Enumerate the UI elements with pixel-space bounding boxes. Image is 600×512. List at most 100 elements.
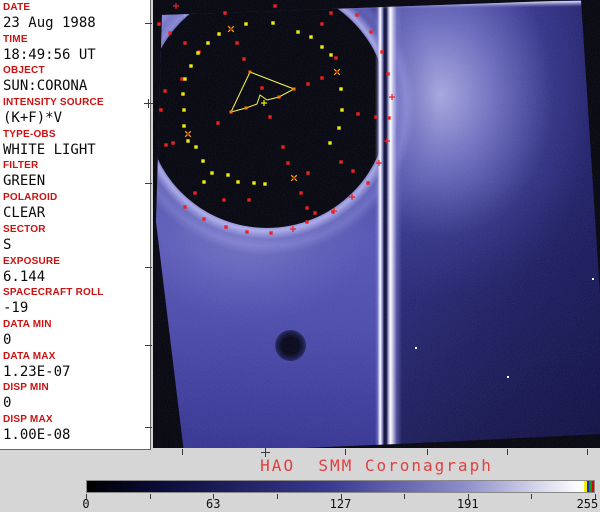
red-marker-dot — [168, 31, 171, 34]
red-marker-dot — [387, 116, 390, 119]
axis-tick — [145, 427, 152, 428]
yellow-marker-dot — [189, 64, 192, 67]
colorbar-tick-label: 127 — [330, 497, 352, 511]
red-marker-dot — [369, 30, 372, 33]
red-marker-dot — [374, 115, 377, 118]
red-marker-dot — [202, 217, 205, 220]
colorbar-tick-label: 63 — [206, 497, 220, 511]
red-plus-marker — [290, 226, 296, 232]
field-label: TYPE-OBS — [3, 129, 150, 141]
field-value: (K+F)*V — [3, 109, 150, 127]
red-marker-dot — [247, 198, 250, 201]
colorbar-tick-label: 255 — [577, 497, 599, 511]
red-marker-dot — [281, 145, 284, 148]
polygon-vertex-marker — [230, 111, 233, 114]
axis-tick — [277, 494, 278, 499]
red-marker-dot — [260, 86, 263, 89]
yellow-marker-dot — [226, 173, 229, 176]
sidebar-field: DISP MAX1.00E-08 — [3, 414, 150, 446]
field-label: DATA MAX — [3, 351, 150, 363]
field-label: TIME — [3, 34, 150, 46]
field-value: 6.144 — [3, 268, 150, 286]
sidebar-field: DATE23 Aug 1988 — [3, 2, 150, 34]
sidebar-field: DISP MIN0 — [3, 382, 150, 414]
red-marker-dot — [222, 198, 225, 201]
yellow-marker-dot — [236, 180, 239, 183]
red-plus-marker — [384, 138, 390, 144]
axis-tick — [145, 267, 152, 268]
red-marker-dot — [320, 22, 323, 25]
orange-x-center — [230, 28, 232, 30]
sidebar-field: TIME18:49:56 UT — [3, 34, 150, 66]
sidebar-field: SECTORS — [3, 224, 150, 256]
sidebar-field: DATA MIN0 — [3, 319, 150, 351]
sidebar-field: FILTERGREEN — [3, 160, 150, 192]
sidebar-fields: DATE23 Aug 1988TIME18:49:56 UTOBJECTSUN:… — [3, 2, 150, 446]
viewer-window: DATE23 Aug 1988TIME18:49:56 UTOBJECTSUN:… — [0, 0, 600, 512]
yellow-marker-dot — [252, 181, 255, 184]
red-marker-dot — [313, 211, 316, 214]
red-marker-dot — [273, 4, 276, 7]
field-value: 23 Aug 1988 — [3, 14, 150, 32]
field-value: WHITE LIGHT — [3, 141, 150, 159]
orange-x-center — [187, 133, 189, 135]
red-marker-dot — [245, 230, 248, 233]
red-marker-dot — [380, 50, 383, 53]
red-marker-dot — [193, 191, 196, 194]
field-value: 1.23E-07 — [3, 363, 150, 381]
axis-tick — [531, 494, 532, 499]
sidebar-field: INTENSITY SOURCE(K+F)*V — [3, 97, 150, 129]
red-marker-dot — [366, 181, 369, 184]
axis-tick — [404, 494, 405, 499]
sidebar-field: EXPOSURE6.144 — [3, 256, 150, 288]
field-label: DISP MAX — [3, 414, 150, 426]
field-value: GREEN — [3, 172, 150, 190]
yellow-marker-dot — [244, 22, 247, 25]
red-plus-marker — [389, 94, 395, 100]
coronagraph-image-canvas — [153, 0, 600, 448]
colorbar — [86, 480, 595, 493]
red-marker-dot — [351, 169, 354, 172]
red-marker-dot — [286, 161, 289, 164]
red-marker-dot — [305, 206, 308, 209]
red-marker-dot — [171, 141, 174, 144]
field-label: OBJECT — [3, 65, 150, 77]
yellow-marker-dot — [263, 182, 266, 185]
plot-title: HAO SMM Coronagraph — [153, 456, 600, 475]
red-marker-dot — [320, 76, 323, 79]
field-value: 0 — [3, 331, 150, 349]
axis-tick — [148, 99, 149, 108]
yellow-marker-dot — [328, 141, 331, 144]
red-marker-dot — [216, 121, 219, 124]
red-marker-dot — [223, 11, 226, 14]
sidebar-field: TYPE-OBSWHITE LIGHT — [3, 129, 150, 161]
red-plus-marker — [376, 160, 382, 166]
yellow-marker-dot — [194, 145, 197, 148]
red-plus-marker — [349, 194, 355, 200]
red-marker-dot — [159, 108, 162, 111]
colorbar-tick-label: 191 — [457, 497, 479, 511]
axis-tick — [587, 449, 588, 455]
axis-tick — [145, 23, 152, 24]
yellow-marker-dot — [206, 41, 209, 44]
red-marker-dot — [269, 231, 272, 234]
axis-tick — [182, 449, 183, 455]
polygon-vertex-marker — [278, 96, 281, 99]
yellow-marker-dot — [202, 180, 205, 183]
yellow-marker-dot — [182, 124, 185, 127]
red-marker-dot — [329, 11, 332, 14]
yellow-marker-dot — [329, 53, 332, 56]
yellow-marker-dot — [196, 51, 199, 54]
yellow-marker-dot — [296, 30, 299, 33]
red-marker-dot — [183, 41, 186, 44]
field-value: 18:49:56 UT — [3, 46, 150, 64]
yellow-marker-dot — [217, 32, 220, 35]
colorbar-end-stripes — [584, 481, 594, 492]
red-marker-dot — [235, 41, 238, 44]
red-marker-dot — [183, 205, 186, 208]
red-marker-dot — [268, 115, 271, 118]
axis-tick — [427, 449, 428, 455]
yellow-marker-dot — [181, 92, 184, 95]
colorbar-tick-label: 0 — [82, 497, 89, 511]
yellow-marker-dot — [320, 45, 323, 48]
